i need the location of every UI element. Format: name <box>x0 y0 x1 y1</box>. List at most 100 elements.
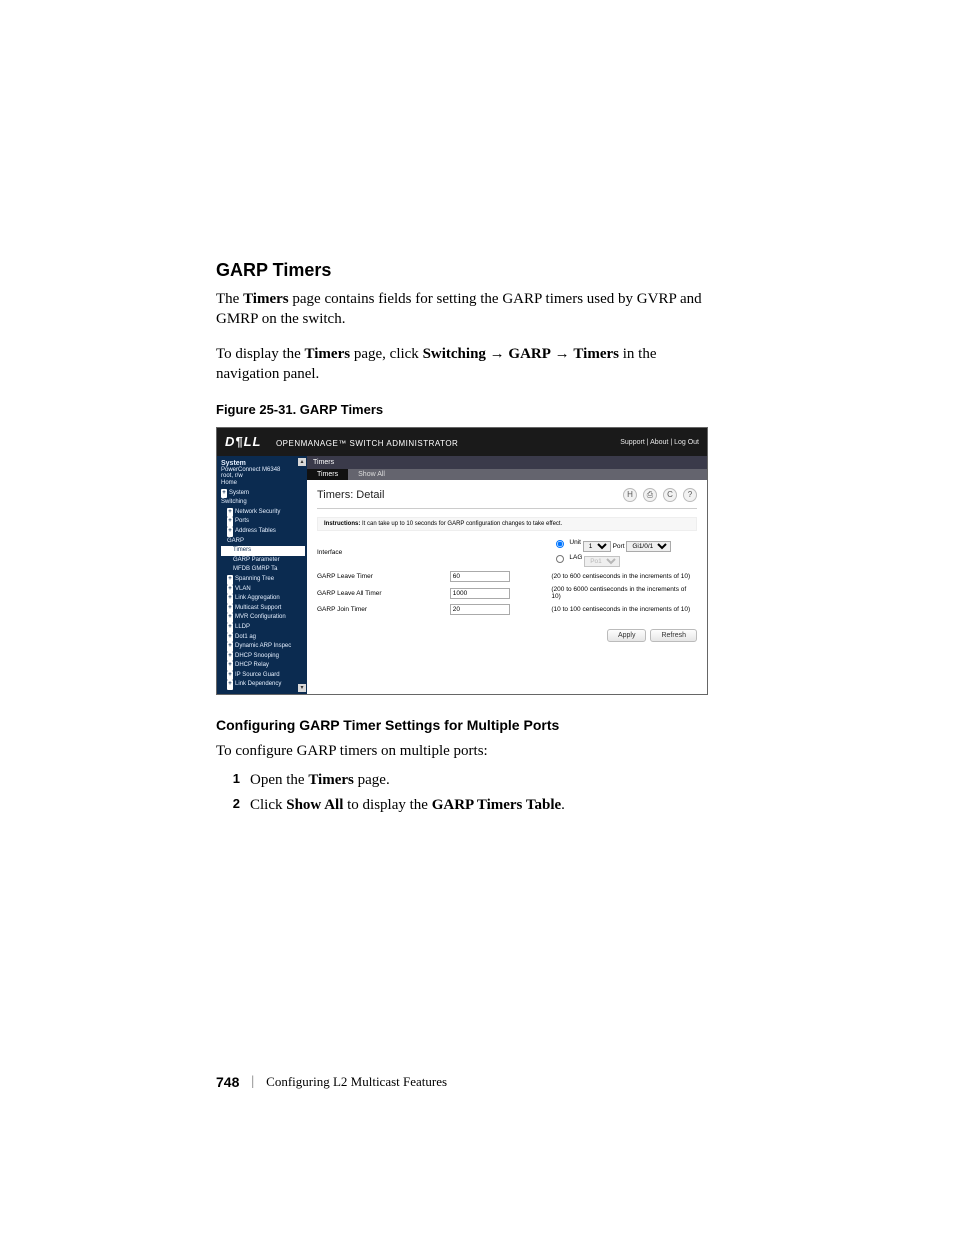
leave-timer-input[interactable] <box>450 571 510 582</box>
unit-select[interactable]: 1 <box>583 541 611 552</box>
refresh-button[interactable]: Refresh <box>650 629 697 642</box>
text: → <box>551 346 574 362</box>
expand-icon[interactable]: + <box>227 623 233 633</box>
interface-unit-radio[interactable] <box>556 540 564 548</box>
expand-icon[interactable]: + <box>227 642 233 652</box>
paragraph-2: To display the Timers page, click Switch… <box>216 344 706 385</box>
panel-title: Timers: Detail <box>317 489 384 501</box>
nav-item-label: GARP Parameter <box>233 557 280 563</box>
nav-item[interactable]: Home <box>221 479 305 489</box>
expand-icon[interactable]: + <box>227 585 233 595</box>
screenshot-container: D¶LL OPENMANAGE™ SWITCH ADMINISTRATOR Su… <box>216 427 708 695</box>
nav-item[interactable]: +Multicast Support <box>221 604 305 614</box>
breadcrumb: Timers <box>307 456 707 469</box>
nav-item[interactable]: +DHCP Relay <box>221 661 305 671</box>
tab-timers[interactable]: Timers <box>307 469 348 480</box>
apply-button[interactable]: Apply <box>607 629 647 642</box>
nav-item-label: Multicast Support <box>235 605 281 611</box>
text-bold: Switching <box>423 346 486 362</box>
print-icon[interactable]: ⎙ <box>643 488 657 502</box>
figure-caption: Figure 25-31. GARP Timers <box>216 402 706 417</box>
expand-icon[interactable]: + <box>227 527 233 537</box>
paragraph-1: The Timers page contains fields for sett… <box>216 289 706 330</box>
nav-item[interactable]: +VLAN <box>221 585 305 595</box>
leaveall-timer-input[interactable] <box>450 588 510 599</box>
row-label-interface: Interface <box>317 549 442 556</box>
expand-icon[interactable]: + <box>227 575 233 585</box>
help-icon[interactable]: ? <box>683 488 697 502</box>
save-icon[interactable]: H <box>623 488 637 502</box>
text-bold: Show All <box>286 797 343 813</box>
step-2: 2 Click Show All to display the GARP Tim… <box>216 794 706 817</box>
text: Click <box>250 797 286 813</box>
leave-timer-hint: (20 to 600 centiseconds in the increment… <box>551 573 697 580</box>
join-timer-input[interactable] <box>450 604 510 615</box>
nav-item-label: LLDP <box>235 624 250 630</box>
nav-item[interactable]: +MVR Configuration <box>221 613 305 623</box>
expand-icon[interactable]: + <box>227 594 233 604</box>
interface-lag-radio[interactable] <box>556 555 564 563</box>
expand-icon[interactable]: + <box>227 604 233 614</box>
nav-item[interactable]: +System <box>221 489 305 499</box>
expand-icon[interactable]: + <box>227 517 233 527</box>
text: page contains fields for setting the GAR… <box>216 291 702 327</box>
nav-item-label: VLAN <box>235 586 251 592</box>
expand-icon[interactable]: + <box>227 671 233 681</box>
nav-item[interactable]: +Network Security <box>221 508 305 518</box>
nav-item[interactable]: Timers <box>221 546 305 556</box>
nav-item[interactable]: +Ports <box>221 517 305 527</box>
port-select[interactable]: Gi1/0/1 <box>626 541 671 552</box>
expand-icon[interactable]: + <box>227 633 233 643</box>
text-bold: Timers <box>573 346 619 362</box>
nav-item[interactable]: Switching <box>221 498 305 508</box>
text: page. <box>354 772 390 788</box>
app-title: OPENMANAGE™ SWITCH ADMINISTRATOR <box>276 439 458 448</box>
nav-item[interactable]: +LLDP <box>221 623 305 633</box>
nav-tree[interactable]: ▴ System PowerConnect M6348 root, r/w Ho… <box>217 456 307 694</box>
nav-item-label: System <box>229 490 249 496</box>
page-footer: 748 | Configuring L2 Multicast Features <box>216 1074 447 1090</box>
nav-scroll-down-icon[interactable]: ▾ <box>298 684 306 692</box>
footer-title: Configuring L2 Multicast Features <box>266 1074 447 1090</box>
nav-item[interactable]: +Link Dependency <box>221 680 305 690</box>
nav-item[interactable]: GARP <box>221 537 305 547</box>
expand-icon[interactable]: + <box>227 661 233 671</box>
expand-icon[interactable]: + <box>227 680 233 690</box>
sub-paragraph: To configure GARP timers on multiple por… <box>216 741 706 761</box>
nav-item-label: MVR Configuration <box>235 614 286 620</box>
nav-scroll-up-icon[interactable]: ▴ <box>298 458 306 466</box>
nav-item[interactable]: +Spanning Tree <box>221 575 305 585</box>
nav-item[interactable]: +Address Tables <box>221 527 305 537</box>
nav-item[interactable]: +Dot1 ag <box>221 633 305 643</box>
step-1: 1 Open the Timers page. <box>216 769 706 792</box>
tab-show-all[interactable]: Show All <box>348 469 395 480</box>
nav-item[interactable]: +Link Aggregation <box>221 594 305 604</box>
nav-item[interactable]: +IP Source Guard <box>221 671 305 681</box>
brand-logo: D¶LL <box>225 434 262 449</box>
nav-item[interactable]: GARP Parameter <box>221 556 305 566</box>
nav-header-system: System <box>221 460 305 467</box>
refresh-icon[interactable]: C <box>663 488 677 502</box>
expand-icon[interactable]: + <box>227 652 233 662</box>
expand-icon[interactable]: + <box>227 508 233 518</box>
text: to display the <box>343 797 431 813</box>
expand-icon[interactable]: + <box>221 489 227 499</box>
nav-item-label: Address Tables <box>235 528 276 534</box>
leaveall-timer-hint: (200 to 6000 centiseconds in the increme… <box>551 586 697 600</box>
nav-item-label: Dot1 ag <box>235 634 256 640</box>
lag-select: Po1 <box>584 556 620 567</box>
nav-item[interactable]: +DHCP Snooping <box>221 652 305 662</box>
step-number: 1 <box>216 769 250 792</box>
nav-item-label: MFDB GMRP Ta <box>233 566 277 572</box>
unit-label: Unit <box>569 539 581 546</box>
nav-item[interactable]: +Dynamic ARP Inspec <box>221 642 305 652</box>
nav-item-label: Link Dependency <box>235 681 281 687</box>
row-label-leaveall: GARP Leave All Timer <box>317 590 442 597</box>
nav-item[interactable]: MFDB GMRP Ta <box>221 565 305 575</box>
page-number: 748 <box>216 1074 239 1090</box>
app-topbar: D¶LL OPENMANAGE™ SWITCH ADMINISTRATOR Su… <box>217 428 707 456</box>
nav-item-label: Ports <box>235 518 249 524</box>
top-links[interactable]: Support | About | Log Out <box>620 439 699 446</box>
nav-item-label: IP Source Guard <box>235 672 280 678</box>
expand-icon[interactable]: + <box>227 613 233 623</box>
